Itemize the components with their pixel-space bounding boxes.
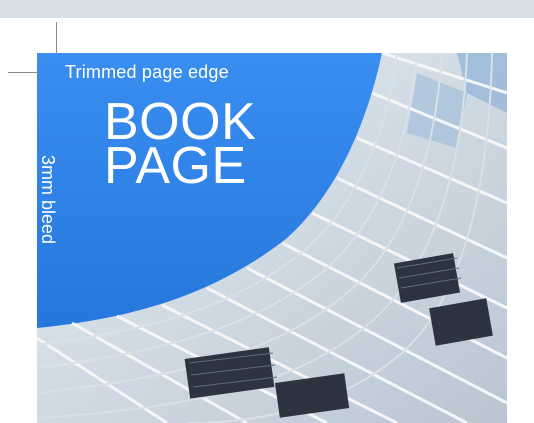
crop-mark-vertical	[56, 22, 57, 54]
title-line-2: PAGE	[104, 137, 247, 195]
trimmed-page-edge-label: Trimmed page edge	[65, 62, 229, 82]
crop-mark-horizontal	[8, 72, 38, 73]
bleed-label: 3mm bleed	[38, 155, 58, 245]
book-page-title: BOOK PAGE	[104, 96, 256, 195]
top-band	[0, 0, 534, 18]
